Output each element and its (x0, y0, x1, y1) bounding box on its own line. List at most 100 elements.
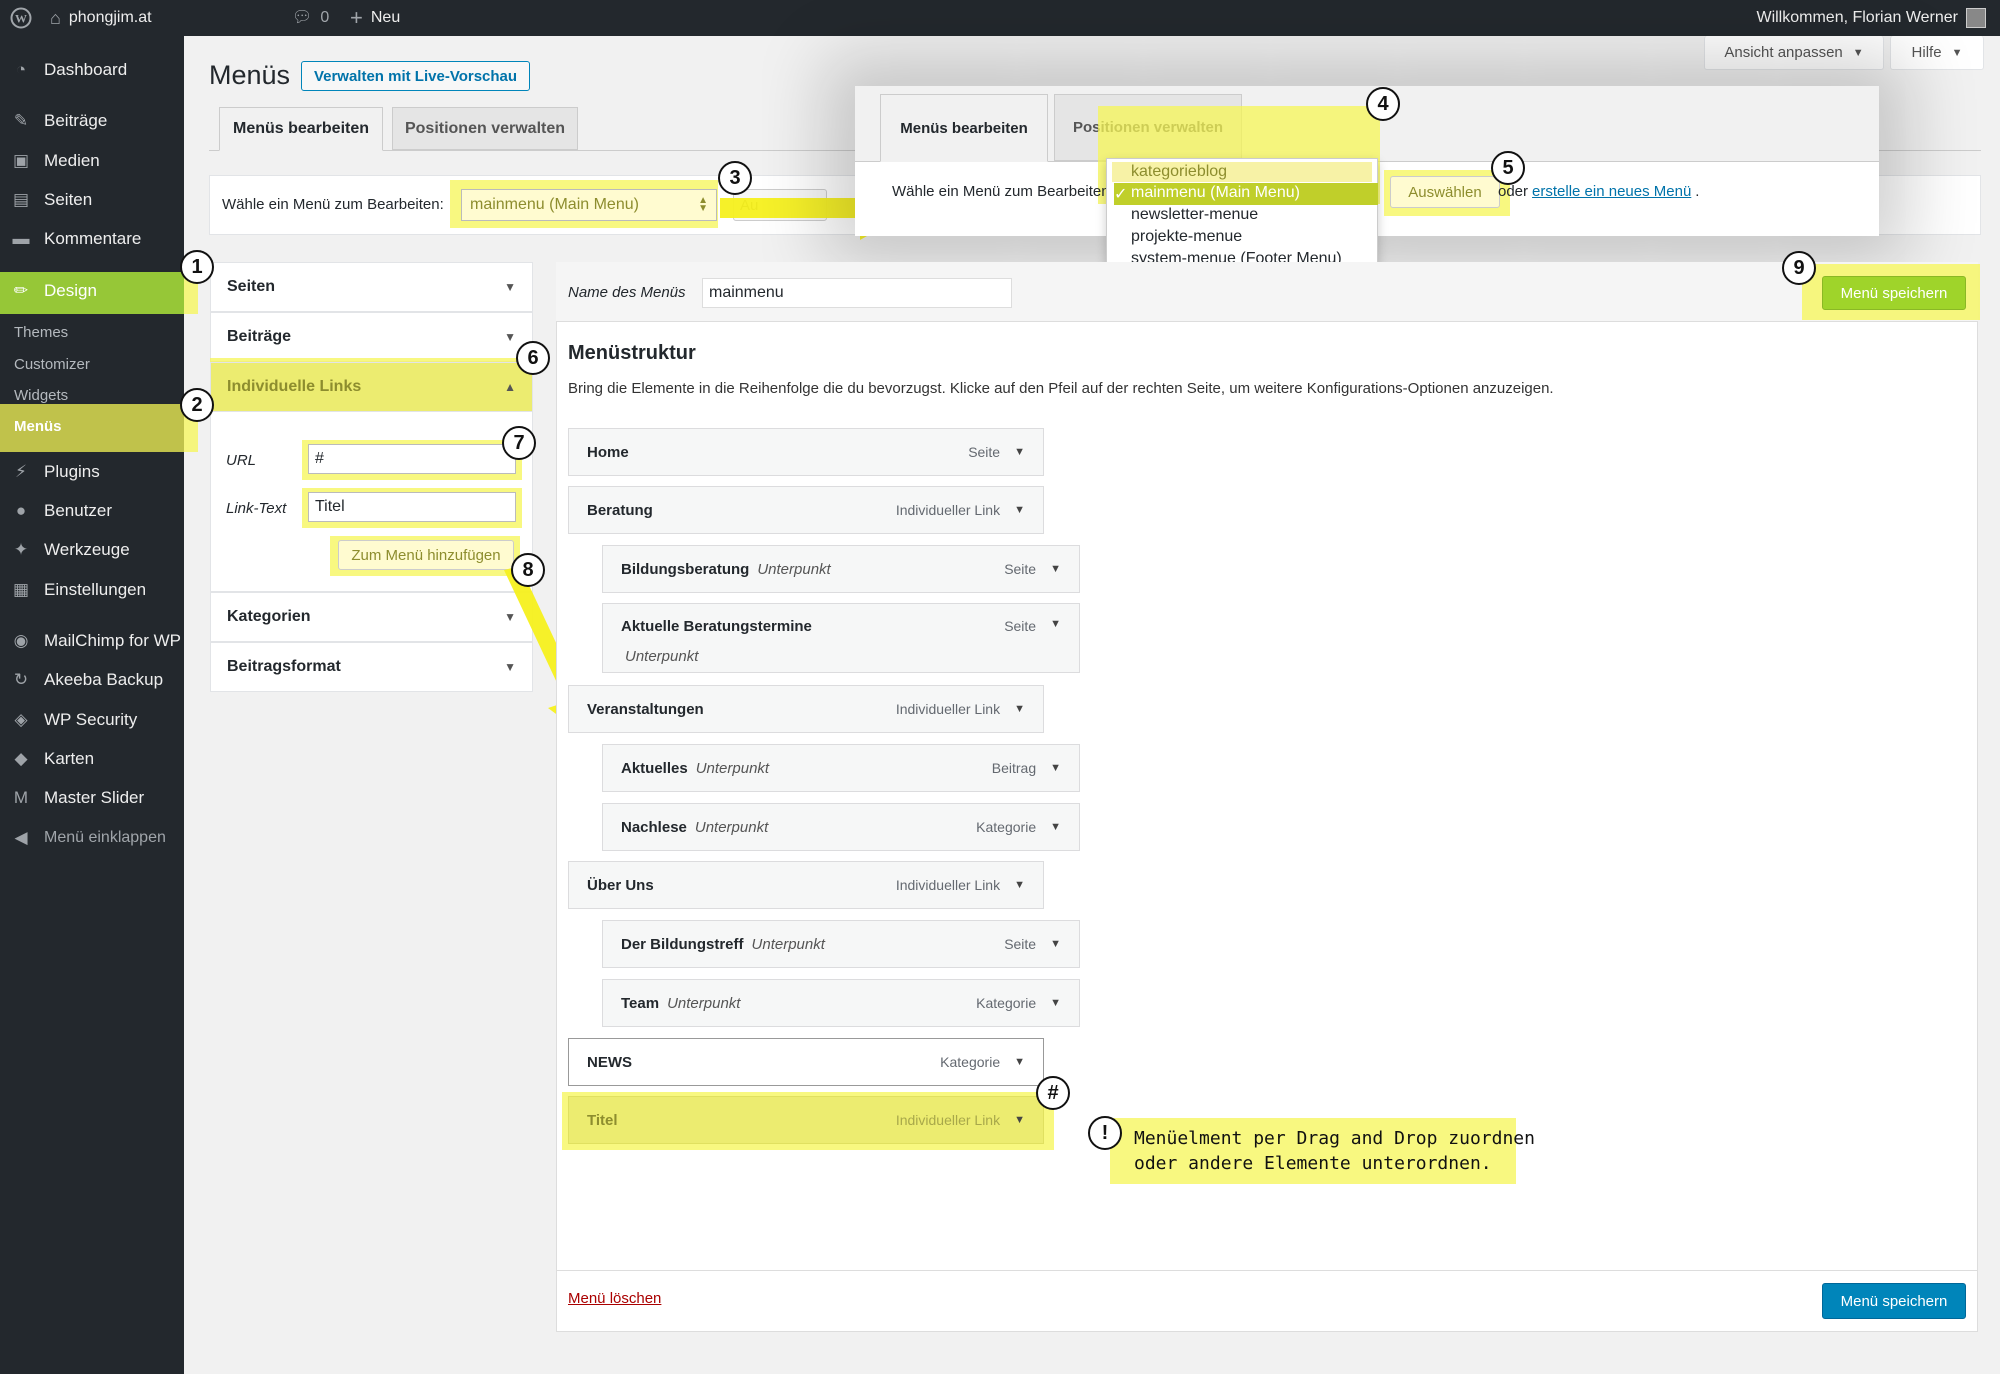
delete-menu-link[interactable]: Menü löschen (568, 1290, 661, 1307)
sidebar-item-plugins[interactable]: ⚡ Plugins (0, 452, 184, 492)
media-icon: ▣ (12, 151, 30, 170)
popup-select-button[interactable]: Auswählen (1390, 176, 1500, 208)
expand-arrow-icon[interactable]: ▼ (1014, 446, 1025, 458)
menu-item[interactable]: Beratung Individueller Link ▼ (568, 486, 1044, 534)
expand-arrow-icon[interactable]: ▼ (1014, 879, 1025, 891)
menu-name-input[interactable]: mainmenu (702, 278, 1012, 308)
menu-item[interactable]: Titel Individueller Link ▼ (568, 1096, 1044, 1144)
sidebar-item-wp-security[interactable]: ◈ WP Security (0, 700, 184, 740)
sidebar-item-mailchimp-for-wp[interactable]: ◉ MailChimp for WP (0, 621, 184, 661)
menu-item[interactable]: Bildungsberatung Unterpunkt Seite ▼ (602, 545, 1080, 593)
expand-arrow-icon[interactable]: ▼ (1014, 703, 1025, 715)
account-link[interactable]: Willkommen, Florian Werner (1756, 0, 1986, 36)
menu-item[interactable]: Team Unterpunkt Kategorie ▼ (602, 979, 1080, 1027)
sidebar-item-akeeba-backup[interactable]: ↻ Akeeba Backup (0, 660, 184, 700)
popup-tab-edit[interactable]: Menüs bearbeiten (880, 94, 1048, 162)
popup-create-text: oder erstelle ein neues Menü. (1498, 183, 1700, 200)
link-text-input[interactable]: Titel (308, 492, 516, 522)
menu-item[interactable]: Veranstaltungen Individueller Link ▼ (568, 685, 1044, 733)
create-menu-link[interactable]: erstelle ein neues Menü (1532, 183, 1691, 200)
caret-down-icon: ▼ (1852, 46, 1864, 59)
menu-item[interactable]: Nachlese Unterpunkt Kategorie ▼ (602, 803, 1080, 851)
comments-link[interactable]: 💬︎ 0 (292, 0, 329, 36)
new-content-link[interactable]: + Neu (350, 0, 400, 36)
dashboard-icon: ◔ (15, 60, 27, 79)
checkmark-icon: ✓ (1114, 186, 1128, 203)
select-menu-label: Wähle ein Menü zum Bearbeiten: (222, 196, 444, 213)
url-input[interactable]: # (308, 444, 516, 474)
comment-icon: ▬ (12, 229, 30, 248)
mailchimp-icon: ◉ (13, 631, 29, 650)
popup-select-label: Wähle ein Menü zum Bearbeiten (892, 183, 1110, 200)
caret-up-icon: ▲ (504, 380, 516, 394)
sidebar-item-werkzeuge[interactable]: ✦ Werkzeuge (0, 530, 184, 570)
accordion-posts[interactable]: Beiträge ▼ (210, 312, 533, 362)
caret-down-icon: ▼ (504, 330, 516, 344)
add-to-menu-button[interactable]: Zum Menü hinzufügen (338, 540, 514, 570)
submenu-widgets[interactable]: Widgets (14, 387, 68, 404)
accordion-pages[interactable]: Seiten ▼ (210, 262, 533, 312)
expand-arrow-icon[interactable]: ▼ (1050, 762, 1061, 774)
menu-item[interactable]: Home Seite ▼ (568, 428, 1044, 476)
badge-5: 5 (1491, 151, 1525, 185)
submenu-themes[interactable]: Themes (14, 324, 68, 341)
accordion-custom-links[interactable]: Individuelle Links ▲ (210, 362, 533, 412)
accordion-categories[interactable]: Kategorien ▼ (210, 592, 533, 642)
slider-icon: M (13, 788, 29, 807)
badge-2: 2 (180, 388, 214, 422)
sidebar-item-dashboard[interactable]: ◔ Dashboard (0, 50, 184, 90)
sidebar-item-karten[interactable]: ◆ Karten (0, 739, 184, 779)
expand-arrow-icon[interactable]: ▼ (1050, 997, 1061, 1009)
menu-item[interactable]: NEWS Kategorie ▼ (568, 1038, 1044, 1086)
sidebar-item-kommentare[interactable]: ▬ Kommentare (0, 219, 184, 259)
pages-icon: ▤ (12, 190, 30, 209)
sidebar-item-seiten[interactable]: ▤ Seiten (0, 180, 184, 220)
pin-icon: ✎ (13, 111, 29, 130)
expand-arrow-icon[interactable]: ▼ (1014, 504, 1025, 516)
dropdown-option-selected[interactable]: mainmenu (Main Menu) (1131, 184, 1300, 202)
accordion-post-format[interactable]: Beitragsformat ▼ (210, 642, 533, 692)
sidebar-item-einstellungen[interactable]: ▦ Einstellungen (0, 570, 184, 610)
sidebar-item-beiträge[interactable]: ✎ Beiträge (0, 101, 184, 141)
expand-arrow-icon[interactable]: ▼ (1050, 938, 1061, 950)
dropdown-option[interactable]: kategorieblog (1131, 163, 1227, 181)
submenu-menus[interactable]: Menüs (14, 418, 62, 435)
menu-item[interactable]: Der Bildungstreff Unterpunkt Seite ▼ (602, 920, 1080, 968)
user-icon: ● (15, 501, 27, 520)
page-title: Menüs (209, 60, 291, 90)
menu-name-label: Name des Menüs (568, 284, 686, 301)
help-button[interactable]: Hilfe ▼ (1890, 36, 1984, 70)
sidebar-item-benutzer[interactable]: ● Benutzer (0, 491, 184, 531)
menu-item[interactable]: Aktuelles Unterpunkt Beitrag ▼ (602, 744, 1080, 792)
expand-arrow-icon[interactable]: ▼ (1050, 563, 1061, 575)
save-menu-button-top[interactable]: Menü speichern (1822, 276, 1966, 310)
tab-edit-menus[interactable]: Menüs bearbeiten (219, 107, 383, 151)
backup-icon: ↻ (13, 670, 29, 689)
screen-options-button[interactable]: Ansicht anpassen ▼ (1704, 36, 1884, 70)
expand-arrow-icon[interactable]: ▼ (1050, 618, 1061, 630)
badge-8: 8 (511, 553, 545, 587)
badge-9: 9 (1782, 251, 1816, 285)
site-name-link[interactable]: ⌂ phongjim.at (50, 0, 152, 36)
menu-item[interactable]: Aktuelle Beratungstermine Seite ▼ Unterpunk… (602, 603, 1080, 673)
sidebar-item-menü-einklappen[interactable]: ◀ Menü einklappen (0, 818, 184, 858)
submenu-customizer[interactable]: Customizer (14, 356, 90, 373)
dropdown-option[interactable]: projekte-menue (1131, 228, 1242, 246)
menu-select-dropdown[interactable]: mainmenu (Main Menu) ▲ ▼ (461, 189, 717, 221)
live-preview-button[interactable]: Verwalten mit Live-Vorschau (301, 61, 530, 91)
comment-icon: 💬︎ (292, 9, 313, 26)
sidebar-item-medien[interactable]: ▣ Medien (0, 141, 184, 181)
sidebar-item-design[interactable]: ✏ Design (0, 271, 184, 311)
expand-arrow-icon[interactable]: ▼ (1014, 1114, 1025, 1126)
caret-down-icon: ▼ (1951, 46, 1963, 59)
menu-item[interactable]: Über Uns Individueller Link ▼ (568, 861, 1044, 909)
wordpress-logo-icon[interactable]: W (10, 0, 32, 36)
expand-arrow-icon[interactable]: ▼ (1014, 1056, 1025, 1068)
expand-arrow-icon[interactable]: ▼ (1050, 821, 1061, 833)
sidebar-item-master-slider[interactable]: M Master Slider (0, 778, 184, 818)
tab-manage-locations[interactable]: Positionen verwalten (392, 107, 578, 150)
dropdown-option[interactable]: newsletter-menue (1131, 206, 1258, 224)
save-menu-button-bottom[interactable]: Menü speichern (1822, 1283, 1966, 1319)
map-icon: ◆ (14, 749, 28, 768)
select-arrows-icon: ▲ ▼ (698, 195, 708, 214)
